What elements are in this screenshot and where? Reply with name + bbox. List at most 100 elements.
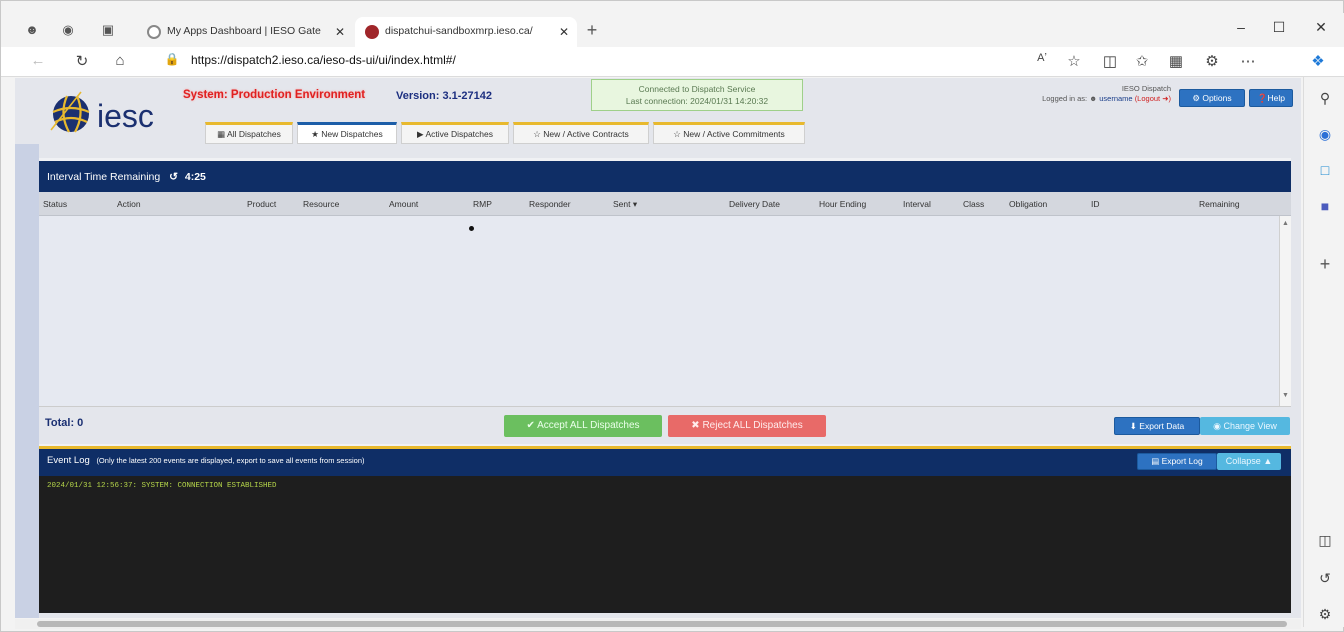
total-count: Total: 0 xyxy=(45,417,84,429)
refresh-sidebar-icon[interactable]: ↺ xyxy=(1314,567,1336,589)
sidebar-toggle-icon[interactable]: ◫ xyxy=(1314,529,1336,551)
teams-icon[interactable]: ■ xyxy=(1314,195,1336,217)
mouse-cursor xyxy=(469,226,474,231)
interval-label: Interval Time Remaining xyxy=(47,171,161,183)
column-header[interactable]: Delivery Date xyxy=(729,199,780,209)
workspaces-icon[interactable]: ◉ xyxy=(59,21,77,39)
change-view-label: Change View xyxy=(1223,421,1277,431)
accept-all-button[interactable]: ✔ Accept ALL Dispatches xyxy=(504,415,662,437)
search-icon[interactable]: ⚲ xyxy=(1314,87,1336,109)
reject-all-label: Reject ALL Dispatches xyxy=(702,420,803,431)
collections-icon[interactable]: ▦ xyxy=(1165,52,1187,70)
column-header[interactable]: Obligation xyxy=(1009,199,1047,209)
column-header[interactable]: Responder xyxy=(529,199,571,209)
column-header[interactable]: ID xyxy=(1091,199,1100,209)
refresh-icon: ↺ xyxy=(169,171,178,183)
browser-window: ☻ ◉ ▣ My Apps Dashboard | IESO Gate ✕ di… xyxy=(0,0,1344,632)
user-info: IESO Dispatch Logged in as: ☻ username (… xyxy=(981,84,1171,104)
column-header[interactable]: Hour Ending xyxy=(819,199,866,209)
check-icon: ✔ xyxy=(526,420,535,431)
chevron-up-icon: ▲ xyxy=(1263,456,1273,466)
tab-title: My Apps Dashboard | IESO Gate xyxy=(167,25,321,37)
tab-commitments[interactable]: ☆ New / Active Commitments xyxy=(653,122,805,144)
favorites-icon[interactable]: ✩ xyxy=(1131,52,1153,70)
url-field[interactable]: https://dispatch2.ieso.ca/ieso-ds-ui/ui/… xyxy=(191,53,456,67)
more-icon[interactable]: ⋯ xyxy=(1237,52,1259,70)
last-connection-line: Last connection: 2024/01/31 14:20:32 xyxy=(625,96,769,106)
add-sidebar-icon[interactable]: + xyxy=(1314,253,1336,275)
outlook-icon[interactable]: □ xyxy=(1314,159,1336,181)
connection-status-line: Connected to Dispatch Service xyxy=(638,84,756,94)
connection-status: Connected to Dispatch Service Last conne… xyxy=(591,79,803,111)
favorite-icon[interactable]: ☆ xyxy=(1063,52,1085,70)
help-icon: ❓ xyxy=(1256,93,1268,103)
help-button[interactable]: ❓Help xyxy=(1249,89,1293,107)
scroll-up-icon[interactable]: ▲ xyxy=(1282,220,1289,227)
column-header[interactable]: Class xyxy=(963,199,984,209)
view-icon: ◉ xyxy=(1213,421,1221,431)
column-header[interactable]: Status xyxy=(43,199,67,209)
refresh-icon[interactable]: ↻ xyxy=(71,52,93,70)
split-screen-icon[interactable]: ◫ xyxy=(1099,52,1121,70)
collapse-button[interactable]: Collapse ▲ xyxy=(1217,453,1281,470)
close-tab-icon[interactable]: ✕ xyxy=(335,25,345,39)
tab-label: New / Active Contracts xyxy=(543,129,629,139)
scroll-down-icon[interactable]: ▼ xyxy=(1282,392,1289,399)
minimize-icon[interactable]: – xyxy=(1221,19,1261,35)
download-icon: ⬇ xyxy=(1129,421,1137,431)
tab-active-dispatches[interactable]: ▶ Active Dispatches xyxy=(401,122,509,144)
profile-icon[interactable]: ☻ xyxy=(23,21,41,39)
column-header[interactable]: Interval xyxy=(903,199,931,209)
address-bar-row: ← ↻ ⌂ 🔒 https://dispatch2.ieso.ca/ieso-d… xyxy=(1,47,1344,77)
copilot-icon[interactable]: ❖ xyxy=(1307,52,1329,70)
maximize-icon[interactable]: ☐ xyxy=(1259,19,1299,36)
browser-tab-dashboard[interactable]: My Apps Dashboard | IESO Gate ✕ xyxy=(137,17,353,47)
column-header[interactable]: Sent ▾ xyxy=(613,199,637,210)
back-icon[interactable]: ← xyxy=(27,52,49,69)
collapse-label: Collapse xyxy=(1225,456,1261,466)
accept-all-label: Accept ALL Dispatches xyxy=(537,420,640,431)
grid-scrollbar[interactable]: ▲ ▼ xyxy=(1279,216,1291,406)
column-header[interactable]: Product xyxy=(247,199,276,209)
extensions-icon[interactable]: ⚙ xyxy=(1201,52,1223,70)
export-log-button[interactable]: ▤ Export Log xyxy=(1137,453,1217,470)
browser-sidebar: ⚲ ◉ □ ■ + ◫ ↺ ⚙ xyxy=(1303,77,1344,627)
change-view-button[interactable]: ◉ Change View xyxy=(1200,417,1290,435)
read-aloud-icon[interactable]: Aʼ xyxy=(1031,52,1053,64)
home-icon[interactable]: ⌂ xyxy=(109,52,131,69)
tab-actions-icon[interactable]: ▣ xyxy=(99,21,117,39)
close-window-icon[interactable]: ✕ xyxy=(1301,19,1341,36)
export-data-button[interactable]: ⬇ Export Data xyxy=(1114,417,1200,435)
environment-label: System: Production Environment xyxy=(183,89,366,101)
logout-link[interactable]: (Logout xyxy=(1135,94,1160,103)
tab-label: New Dispatches xyxy=(321,129,383,139)
export-data-label: Export Data xyxy=(1139,421,1185,431)
event-log-body: 2024/01/31 12:56:37: SYSTEM: CONNECTION … xyxy=(39,476,1291,613)
browser-tab-dispatch[interactable]: dispatchui-sandboxmrp.ieso.ca/ ✕ xyxy=(355,17,577,47)
tab-favicon-icon xyxy=(365,25,379,39)
tab-all-dispatches[interactable]: ▦ All Dispatches xyxy=(205,122,293,144)
column-header[interactable]: Action xyxy=(117,199,141,209)
app-viewport: iesc System: Production Environment Vers… xyxy=(15,78,1301,618)
logout-icon[interactable]: ➜) xyxy=(1160,94,1171,103)
dispatch-grid[interactable] xyxy=(39,216,1279,406)
shopping-icon[interactable]: ◉ xyxy=(1314,123,1336,145)
scroll-thumb[interactable] xyxy=(37,621,1287,627)
tab-label: New / Active Commitments xyxy=(683,129,785,139)
tab-new-dispatches[interactable]: ★ New Dispatches xyxy=(297,122,397,144)
column-header[interactable]: Amount xyxy=(389,199,418,209)
close-tab-icon[interactable]: ✕ xyxy=(559,25,569,39)
page-horizontal-scrollbar[interactable] xyxy=(15,619,1301,629)
column-header[interactable]: Resource xyxy=(303,199,339,209)
browser-tab-bar: ☻ ◉ ▣ My Apps Dashboard | IESO Gate ✕ di… xyxy=(1,13,1344,47)
reject-all-button[interactable]: ✖ Reject ALL Dispatches xyxy=(668,415,826,437)
new-tab-icon[interactable]: + xyxy=(583,21,601,39)
options-button[interactable]: ⚙ Options xyxy=(1179,89,1245,107)
column-header[interactable]: Remaining xyxy=(1199,199,1240,209)
settings-icon[interactable]: ⚙ xyxy=(1314,603,1336,625)
column-header[interactable]: RMP xyxy=(473,199,492,209)
username-link[interactable]: username xyxy=(1099,94,1132,103)
star-outline-icon: ☆ xyxy=(533,129,541,139)
tab-contracts[interactable]: ☆ New / Active Contracts xyxy=(513,122,649,144)
lock-icon[interactable]: 🔒 xyxy=(161,52,183,66)
